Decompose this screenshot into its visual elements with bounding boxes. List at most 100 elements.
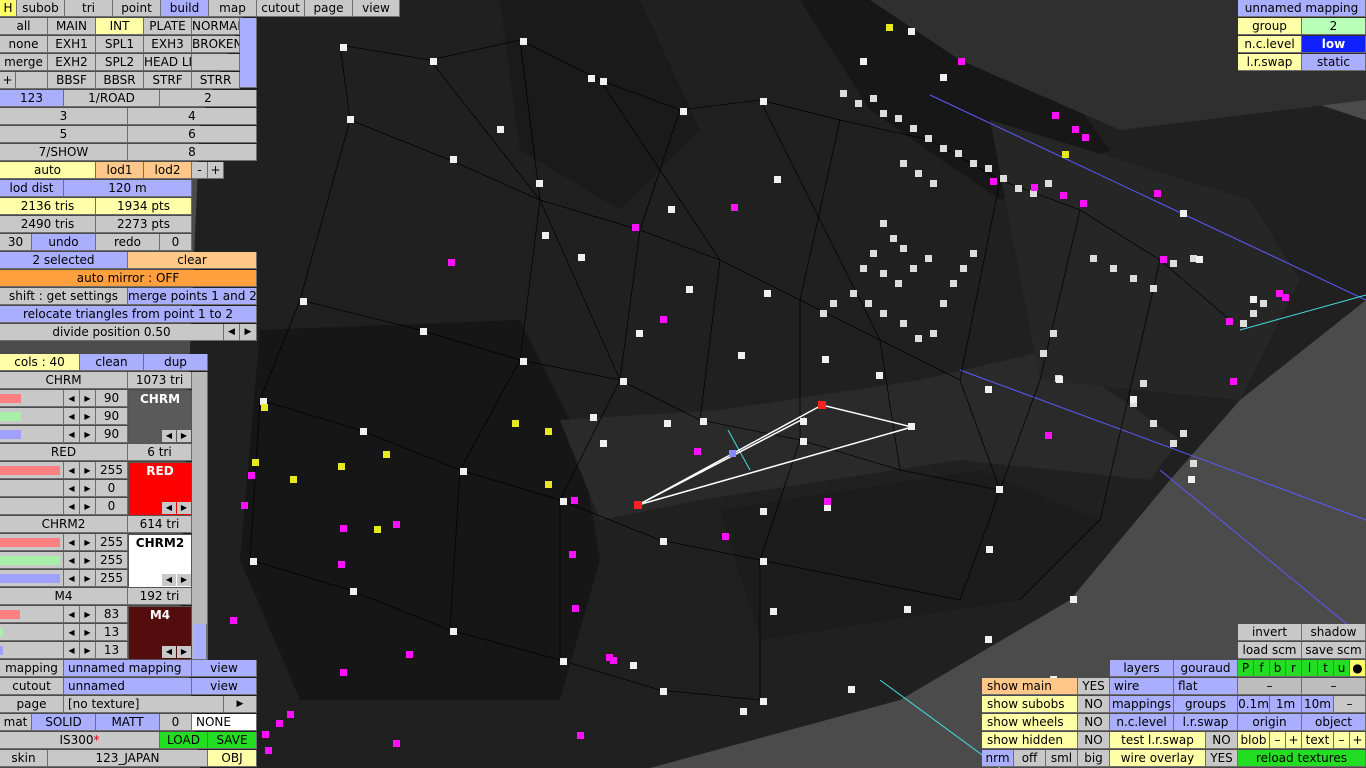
group-strf[interactable]: STRF (144, 72, 192, 89)
wire-overlay-label[interactable]: wire overlay (1110, 750, 1206, 767)
group-add[interactable]: + (0, 72, 16, 89)
swatch-next[interactable]: ▶ (177, 574, 191, 586)
material-b-inc[interactable]: ▶ (80, 426, 96, 443)
material-r-slider[interactable] (0, 462, 64, 479)
skin-value[interactable]: 123_JAPAN (48, 750, 208, 767)
show-wheels-value[interactable]: NO (1078, 714, 1110, 731)
matt-button[interactable]: MATT (96, 714, 160, 731)
test-lrswap-label[interactable]: test l.r.swap (1110, 732, 1206, 749)
group-all[interactable]: all (0, 18, 48, 35)
text-minus-button[interactable]: – (1334, 732, 1350, 749)
group-broken[interactable]: BROKEN (192, 36, 240, 53)
relocate-triangles-button[interactable]: relocate triangles from point 1 to 2 (0, 306, 257, 323)
divide-position[interactable]: divide position 0.50 (0, 324, 224, 341)
show-main-value[interactable]: YES (1078, 678, 1110, 695)
dup-button[interactable]: dup (144, 354, 208, 371)
layer-7-show[interactable]: 7/SHOW (0, 144, 128, 161)
materials-scroll-thumb[interactable] (193, 624, 207, 660)
mapping-value[interactable]: unnamed mapping (64, 660, 192, 677)
wire-overlay-value[interactable]: YES (1206, 750, 1238, 767)
layer-1-road[interactable]: 1/ROAD (64, 90, 160, 107)
view-key-2[interactable]: b (1270, 660, 1286, 677)
swatch-next[interactable]: ▶ (177, 502, 191, 514)
lod-auto-button[interactable]: auto (0, 162, 96, 179)
tab-page[interactable]: page (305, 0, 353, 17)
material-name[interactable]: RED (0, 444, 128, 461)
tab-h[interactable]: H (0, 0, 17, 17)
group-merge[interactable]: merge (0, 54, 48, 71)
groups-button[interactable]: groups (1174, 696, 1238, 713)
tab-view[interactable]: view (353, 0, 400, 17)
layer-8[interactable]: 8 (128, 144, 257, 161)
group-int[interactable]: INT (96, 18, 144, 35)
solid-button[interactable]: SOLID (32, 714, 96, 731)
mat-zero[interactable]: 0 (160, 714, 192, 731)
page-value[interactable]: [no texture] (64, 696, 224, 713)
mat-none[interactable]: NONE (192, 714, 257, 731)
load-scm-button[interactable]: load scm (1238, 642, 1302, 659)
material-name[interactable]: CHRM (0, 372, 128, 389)
lrswap-value[interactable]: static (1302, 54, 1366, 71)
reload-textures-button[interactable]: reload textures (1238, 750, 1366, 767)
material-b-value[interactable]: 13 (96, 642, 128, 659)
undo-button[interactable]: undo (32, 234, 96, 251)
size-nrm[interactable]: nrm (982, 750, 1014, 767)
group-none[interactable]: none (0, 36, 48, 53)
material-r-value[interactable]: 90 (96, 390, 128, 407)
text-plus-button[interactable]: + (1350, 732, 1366, 749)
view-key-4[interactable]: l (1302, 660, 1318, 677)
show-main-label[interactable]: show main (982, 678, 1078, 695)
group-bbsr[interactable]: BBSR (96, 72, 144, 89)
lrswap-button[interactable]: l.r.swap (1174, 714, 1238, 731)
page-next-button[interactable]: ▶ (224, 696, 257, 713)
material-r-dec[interactable]: ◀ (64, 606, 80, 623)
auto-mirror-toggle[interactable]: auto mirror : OFF (0, 270, 257, 287)
material-g-value[interactable]: 90 (96, 408, 128, 425)
material-b-dec[interactable]: ◀ (64, 570, 80, 587)
group-exh2[interactable]: EXH2 (48, 54, 96, 71)
save-button[interactable]: SAVE (208, 732, 257, 749)
clean-button[interactable]: clean (80, 354, 144, 371)
show-hidden-value[interactable]: NO (1078, 732, 1110, 749)
material-g-dec[interactable]: ◀ (64, 624, 80, 641)
tab-build[interactable]: build (161, 0, 209, 17)
group-spl1[interactable]: SPL1 (96, 36, 144, 53)
cutout-value[interactable]: unnamed (64, 678, 192, 695)
view-key-7[interactable]: ● (1350, 660, 1366, 677)
divide-next-button[interactable]: ▶ (240, 324, 257, 341)
material-g-inc[interactable]: ▶ (80, 408, 96, 425)
show-wheels-label[interactable]: show wheels (982, 714, 1078, 731)
material-g-value[interactable]: 255 (96, 552, 128, 569)
layer-3[interactable]: 3 (0, 108, 128, 125)
tab-map[interactable]: map (209, 0, 257, 17)
material-b-value[interactable]: 90 (96, 426, 128, 443)
file-name[interactable]: IS300* (0, 732, 160, 749)
material-g-slider[interactable] (0, 552, 64, 569)
lod2-button[interactable]: lod2 (144, 162, 192, 179)
material-b-inc[interactable]: ▶ (80, 570, 96, 587)
material-b-dec[interactable]: ◀ (64, 426, 80, 443)
merge-points-button[interactable]: merge points 1 and 2 (128, 288, 257, 305)
nclevel-value[interactable]: low (1302, 36, 1366, 53)
material-r-dec[interactable]: ◀ (64, 462, 80, 479)
material-g-inc[interactable]: ▶ (80, 480, 96, 497)
size-big[interactable]: big (1078, 750, 1110, 767)
lod-plus-button[interactable]: + (208, 162, 224, 179)
obj-button[interactable]: OBJ (208, 750, 257, 767)
group-spl2[interactable]: SPL2 (96, 54, 144, 71)
shadow-button[interactable]: shadow (1302, 624, 1366, 641)
gouraud-button[interactable]: gouraud (1174, 660, 1238, 677)
layer-123[interactable]: 123 (0, 90, 64, 107)
material-r-slider[interactable] (0, 606, 64, 623)
swatch-next[interactable]: ▶ (177, 430, 191, 442)
current-mapping[interactable]: unnamed mapping (1238, 0, 1366, 17)
layer-4[interactable]: 4 (128, 108, 257, 125)
cutout-view-button[interactable]: view (192, 678, 257, 695)
material-r-value[interactable]: 255 (96, 462, 128, 479)
size-sml[interactable]: sml (1046, 750, 1078, 767)
view-key-1[interactable]: f (1254, 660, 1270, 677)
material-swatch[interactable]: M4 ◀ ▶ (128, 606, 192, 660)
group-value[interactable]: 2 (1302, 18, 1366, 35)
grid-1m[interactable]: 1m (1270, 696, 1302, 713)
lod1-button[interactable]: lod1 (96, 162, 144, 179)
